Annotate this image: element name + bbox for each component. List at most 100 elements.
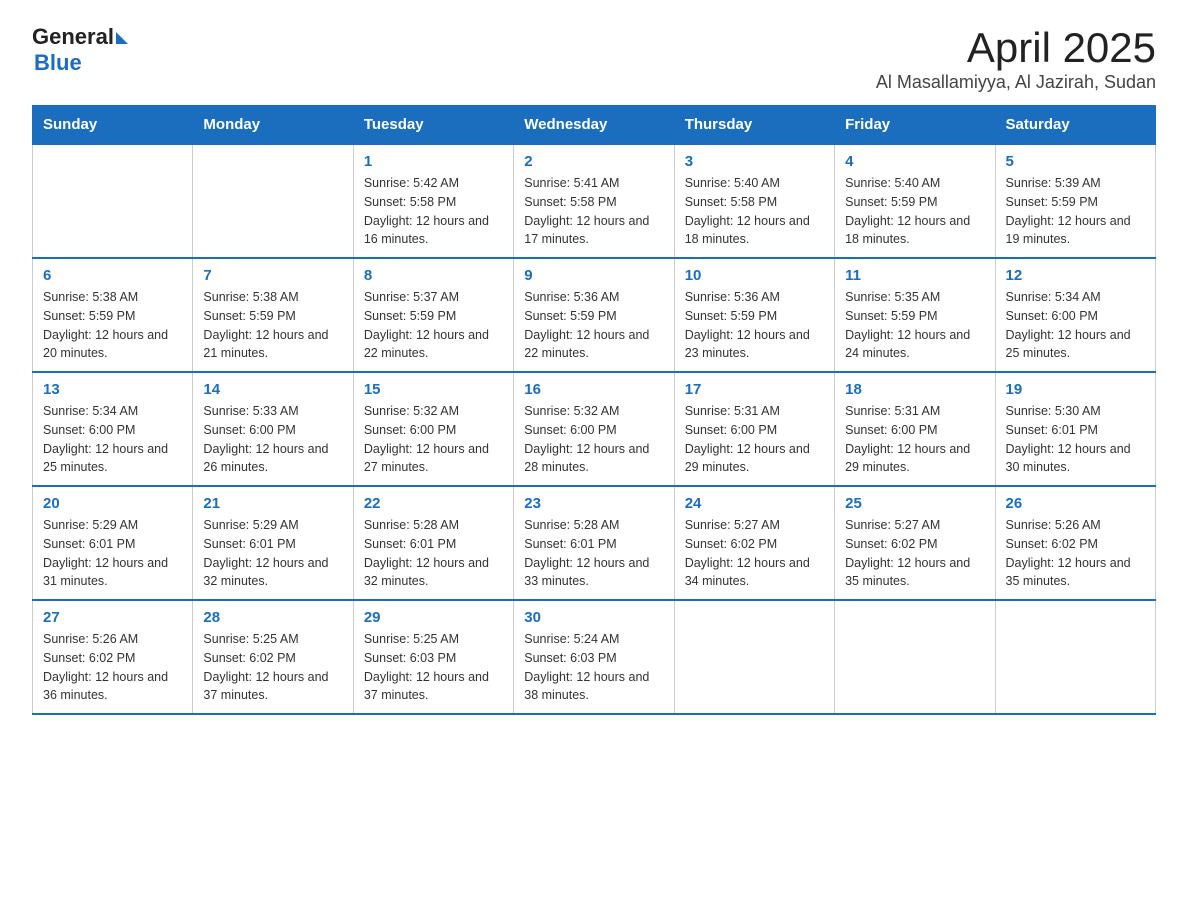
header-thursday: Thursday bbox=[674, 106, 834, 145]
day-number: 22 bbox=[364, 495, 503, 512]
day-info: Sunrise: 5:28 AMSunset: 6:01 PMDaylight:… bbox=[524, 516, 663, 591]
day-number: 26 bbox=[1006, 495, 1145, 512]
day-info: Sunrise: 5:24 AMSunset: 6:03 PMDaylight:… bbox=[524, 630, 663, 705]
title-section: April 2025 Al Masallamiyya, Al Jazirah, … bbox=[876, 24, 1156, 93]
day-number: 24 bbox=[685, 495, 824, 512]
header-sunday: Sunday bbox=[33, 106, 193, 145]
day-number: 19 bbox=[1006, 381, 1145, 398]
header-wednesday: Wednesday bbox=[514, 106, 674, 145]
table-row bbox=[835, 600, 995, 714]
day-number: 9 bbox=[524, 267, 663, 284]
page-title: April 2025 bbox=[876, 24, 1156, 72]
day-number: 5 bbox=[1006, 153, 1145, 170]
logo: General Blue bbox=[32, 24, 128, 76]
table-row: 17 Sunrise: 5:31 AMSunset: 6:00 PMDayligh… bbox=[674, 372, 834, 486]
page-subtitle: Al Masallamiyya, Al Jazirah, Sudan bbox=[876, 72, 1156, 93]
table-row: 3 Sunrise: 5:40 AMSunset: 5:58 PMDaylight… bbox=[674, 144, 834, 258]
day-info: Sunrise: 5:33 AMSunset: 6:00 PMDaylight:… bbox=[203, 402, 342, 477]
table-row: 27Sunrise: 5:26 AMSunset: 6:02 PMDayligh… bbox=[33, 600, 193, 714]
calendar-week-2: 6 Sunrise: 5:38 AMSunset: 5:59 PMDaylight… bbox=[33, 258, 1156, 372]
header-saturday: Saturday bbox=[995, 106, 1155, 145]
day-info: Sunrise: 5:37 AMSunset: 5:59 PMDaylight:… bbox=[364, 288, 503, 363]
day-number: 14 bbox=[203, 381, 342, 398]
table-row: 23 Sunrise: 5:28 AMSunset: 6:01 PMDayligh… bbox=[514, 486, 674, 600]
table-row: 7 Sunrise: 5:38 AMSunset: 5:59 PMDaylight… bbox=[193, 258, 353, 372]
day-number: 30 bbox=[524, 609, 663, 626]
day-info: Sunrise: 5:30 AMSunset: 6:01 PMDaylight:… bbox=[1006, 402, 1145, 477]
day-info: Sunrise: 5:26 AMSunset: 6:02 PMDaylight:… bbox=[1006, 516, 1145, 591]
day-number: 1 bbox=[364, 153, 503, 170]
table-row bbox=[674, 600, 834, 714]
day-number: 23 bbox=[524, 495, 663, 512]
table-row: 30 Sunrise: 5:24 AMSunset: 6:03 PMDayligh… bbox=[514, 600, 674, 714]
table-row: 18 Sunrise: 5:31 AMSunset: 6:00 PMDayligh… bbox=[835, 372, 995, 486]
table-row: 13 Sunrise: 5:34 AMSunset: 6:00 PMDayligh… bbox=[33, 372, 193, 486]
day-info: Sunrise: 5:36 AMSunset: 5:59 PMDaylight:… bbox=[685, 288, 824, 363]
day-number: 15 bbox=[364, 381, 503, 398]
day-info: Sunrise: 5:29 AMSunset: 6:01 PMDaylight:… bbox=[203, 516, 342, 591]
day-number: 25 bbox=[845, 495, 984, 512]
day-info: Sunrise: 5:34 AMSunset: 6:00 PMDaylight:… bbox=[43, 402, 182, 477]
calendar-week-1: 1Sunrise: 5:42 AMSunset: 5:58 PMDaylight… bbox=[33, 144, 1156, 258]
table-row: 29 Sunrise: 5:25 AMSunset: 6:03 PMDayligh… bbox=[353, 600, 513, 714]
day-info: Sunrise: 5:29 AMSunset: 6:01 PMDaylight:… bbox=[43, 516, 182, 591]
table-row bbox=[33, 144, 193, 258]
table-row: 25 Sunrise: 5:27 AMSunset: 6:02 PMDayligh… bbox=[835, 486, 995, 600]
logo-triangle-icon bbox=[116, 32, 128, 44]
day-number: 13 bbox=[43, 381, 182, 398]
day-number: 3 bbox=[685, 153, 824, 170]
header-monday: Monday bbox=[193, 106, 353, 145]
table-row: 2Sunrise: 5:41 AMSunset: 5:58 PMDaylight… bbox=[514, 144, 674, 258]
day-number: 6 bbox=[43, 267, 182, 284]
day-info: Sunrise: 5:40 AMSunset: 5:59 PMDaylight:… bbox=[845, 174, 984, 249]
logo-blue-text: Blue bbox=[34, 50, 82, 76]
table-row: 8 Sunrise: 5:37 AMSunset: 5:59 PMDaylight… bbox=[353, 258, 513, 372]
table-row bbox=[995, 600, 1155, 714]
day-info: Sunrise: 5:25 AMSunset: 6:03 PMDaylight:… bbox=[364, 630, 503, 705]
table-row: 10Sunrise: 5:36 AMSunset: 5:59 PMDayligh… bbox=[674, 258, 834, 372]
table-row: 20 Sunrise: 5:29 AMSunset: 6:01 PMDayligh… bbox=[33, 486, 193, 600]
day-number: 21 bbox=[203, 495, 342, 512]
day-number: 18 bbox=[845, 381, 984, 398]
table-row: 12 Sunrise: 5:34 AMSunset: 6:00 PMDayligh… bbox=[995, 258, 1155, 372]
calendar-week-3: 13 Sunrise: 5:34 AMSunset: 6:00 PMDayligh… bbox=[33, 372, 1156, 486]
day-number: 28 bbox=[203, 609, 342, 626]
day-info: Sunrise: 5:40 AMSunset: 5:58 PMDaylight:… bbox=[685, 174, 824, 249]
header-friday: Friday bbox=[835, 106, 995, 145]
day-info: Sunrise: 5:31 AMSunset: 6:00 PMDaylight:… bbox=[685, 402, 824, 477]
day-number: 12 bbox=[1006, 267, 1145, 284]
calendar-header-row: Sunday Monday Tuesday Wednesday Thursday… bbox=[33, 106, 1156, 145]
day-number: 2 bbox=[524, 153, 663, 170]
day-info: Sunrise: 5:31 AMSunset: 6:00 PMDaylight:… bbox=[845, 402, 984, 477]
day-number: 17 bbox=[685, 381, 824, 398]
day-number: 7 bbox=[203, 267, 342, 284]
table-row: 19 Sunrise: 5:30 AMSunset: 6:01 PMDayligh… bbox=[995, 372, 1155, 486]
day-number: 29 bbox=[364, 609, 503, 626]
day-number: 27 bbox=[43, 609, 182, 626]
calendar-week-5: 27Sunrise: 5:26 AMSunset: 6:02 PMDayligh… bbox=[33, 600, 1156, 714]
header-tuesday: Tuesday bbox=[353, 106, 513, 145]
day-info: Sunrise: 5:34 AMSunset: 6:00 PMDaylight:… bbox=[1006, 288, 1145, 363]
table-row bbox=[193, 144, 353, 258]
day-info: Sunrise: 5:28 AMSunset: 6:01 PMDaylight:… bbox=[364, 516, 503, 591]
table-row: 22 Sunrise: 5:28 AMSunset: 6:01 PMDayligh… bbox=[353, 486, 513, 600]
table-row: 5 Sunrise: 5:39 AMSunset: 5:59 PMDaylight… bbox=[995, 144, 1155, 258]
day-number: 8 bbox=[364, 267, 503, 284]
calendar-table: Sunday Monday Tuesday Wednesday Thursday… bbox=[32, 105, 1156, 715]
day-info: Sunrise: 5:35 AMSunset: 5:59 PMDaylight:… bbox=[845, 288, 984, 363]
day-number: 11 bbox=[845, 267, 984, 284]
table-row: 11 Sunrise: 5:35 AMSunset: 5:59 PMDayligh… bbox=[835, 258, 995, 372]
day-info: Sunrise: 5:27 AMSunset: 6:02 PMDaylight:… bbox=[845, 516, 984, 591]
day-info: Sunrise: 5:27 AMSunset: 6:02 PMDaylight:… bbox=[685, 516, 824, 591]
day-number: 20 bbox=[43, 495, 182, 512]
day-info: Sunrise: 5:36 AMSunset: 5:59 PMDaylight:… bbox=[524, 288, 663, 363]
day-info: Sunrise: 5:32 AMSunset: 6:00 PMDaylight:… bbox=[524, 402, 663, 477]
day-info: Sunrise: 5:39 AMSunset: 5:59 PMDaylight:… bbox=[1006, 174, 1145, 249]
day-info: Sunrise: 5:25 AMSunset: 6:02 PMDaylight:… bbox=[203, 630, 342, 705]
page-header: General Blue April 2025 Al Masallamiyya,… bbox=[32, 24, 1156, 93]
day-info: Sunrise: 5:38 AMSunset: 5:59 PMDaylight:… bbox=[43, 288, 182, 363]
day-info: Sunrise: 5:38 AMSunset: 5:59 PMDaylight:… bbox=[203, 288, 342, 363]
table-row: 26 Sunrise: 5:26 AMSunset: 6:02 PMDayligh… bbox=[995, 486, 1155, 600]
table-row: 21 Sunrise: 5:29 AMSunset: 6:01 PMDayligh… bbox=[193, 486, 353, 600]
table-row: 9 Sunrise: 5:36 AMSunset: 5:59 PMDaylight… bbox=[514, 258, 674, 372]
